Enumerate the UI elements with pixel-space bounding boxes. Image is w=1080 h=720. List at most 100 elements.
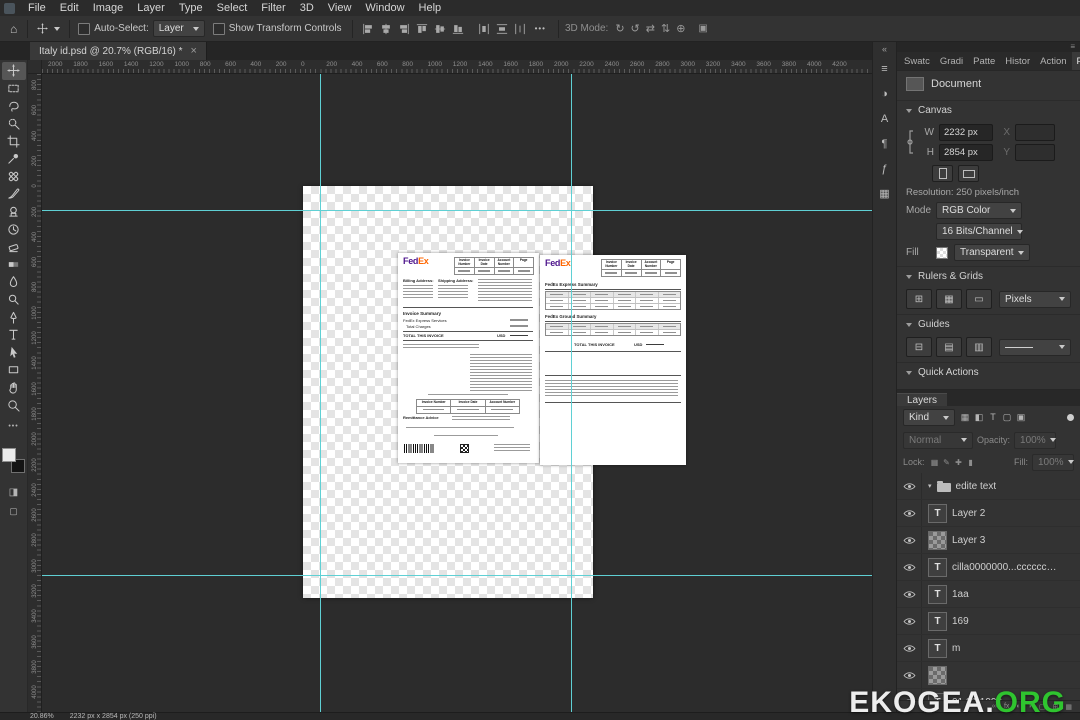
bit-depth-select[interactable]: 16 Bits/Channel <box>936 223 1023 240</box>
app-logo-icon[interactable] <box>4 2 15 14</box>
slide-3d-icon[interactable]: ⇅ <box>661 22 670 35</box>
menu-item-help[interactable]: Help <box>412 1 449 16</box>
align-bottom-icon[interactable] <box>450 21 466 37</box>
layer-row[interactable]: T 169 <box>897 608 1080 635</box>
panel-tab-gradi[interactable]: Gradi <box>935 52 968 70</box>
libraries-panel-icon[interactable]: ▦ <box>873 181 896 206</box>
eyedropper-tool[interactable] <box>2 150 26 168</box>
quick-selection-tool[interactable] <box>2 115 26 133</box>
layer-row[interactable]: Tm <box>897 635 1080 662</box>
orbit-3d-icon[interactable]: ↻ <box>615 22 624 35</box>
menu-item-view[interactable]: View <box>321 1 359 16</box>
layer-row[interactable]: T 1aa <box>897 581 1080 608</box>
panel-tab-histor[interactable]: Histor <box>1000 52 1035 70</box>
align-left-icon[interactable] <box>360 21 376 37</box>
document-tab[interactable]: Italy id.psd @ 20.7% (RGB/16) * × <box>30 42 207 60</box>
horizontal-ruler[interactable]: 2000 1800 1600 1400 1200 1000 800 600 400 200 0 200… <box>42 60 872 74</box>
blend-mode-select[interactable]: Normal <box>903 431 973 449</box>
path-selection-tool[interactable] <box>2 344 26 362</box>
invoice-page-1[interactable]: Fed Ex Invoice Number Invoice Date Account … <box>398 253 539 463</box>
layer-visibility-toggle[interactable] <box>897 473 922 499</box>
layer-visibility-toggle[interactable] <box>897 608 922 634</box>
edit-toolbar-icon[interactable]: ••• <box>8 420 18 433</box>
hand-tool[interactable] <box>2 379 26 397</box>
landscape-orientation-button[interactable] <box>958 165 979 182</box>
zoom-level[interactable]: 20.86% <box>30 713 54 720</box>
menu-item-layer[interactable]: Layer <box>130 1 172 16</box>
align-right-icon[interactable] <box>396 21 412 37</box>
crop-tool[interactable] <box>2 132 26 150</box>
scale-3d-icon[interactable]: ⊕ <box>676 22 685 35</box>
clone-stamp-tool[interactable] <box>2 203 26 221</box>
layer-visibility-toggle[interactable] <box>897 662 922 688</box>
menu-item-file[interactable]: File <box>21 1 53 16</box>
distribute-spacing-icon[interactable] <box>512 21 528 37</box>
canvas-height-input[interactable]: 2854 px <box>939 143 993 161</box>
toggle-grid-icon[interactable]: ▦ <box>936 289 962 309</box>
guides-section-header[interactable]: Guides <box>897 314 1080 334</box>
guide-vertical-2[interactable] <box>571 74 572 712</box>
rectangular-marquee-tool[interactable] <box>2 80 26 98</box>
vertical-ruler[interactable]: 800 600 400 200 0 200 400 600 800 1000 1200 1400 160… <box>28 74 42 712</box>
layer-row[interactable]: Tcilla0000000...ccccccc<0 d <box>897 554 1080 581</box>
delete-layer-icon[interactable]: ▦ <box>1065 703 1072 711</box>
auto-select-checkbox[interactable] <box>78 22 91 35</box>
panel-tab-patte[interactable]: Patte <box>968 52 1000 70</box>
canvas-x-input[interactable] <box>1015 123 1055 141</box>
gradient-tool[interactable] <box>2 256 26 274</box>
align-top-icon[interactable] <box>414 21 430 37</box>
smart-guides-icon[interactable]: ▤ <box>936 337 962 357</box>
menu-item-filter[interactable]: Filter <box>254 1 292 16</box>
filter-shape-layers-icon[interactable]: ▢ <box>1000 412 1014 423</box>
properties-mini-icon[interactable]: ≡ <box>873 56 896 81</box>
layer-visibility-toggle[interactable] <box>897 500 922 526</box>
blur-tool[interactable] <box>2 273 26 291</box>
toggle-pixel-grid-icon[interactable]: ⊞ <box>906 289 932 309</box>
portrait-orientation-button[interactable] <box>932 165 953 182</box>
filter-pixel-layers-icon[interactable]: ▦ <box>958 412 972 423</box>
layer-filter-kind-select[interactable]: Kind <box>903 409 955 426</box>
canvas-width-input[interactable]: 2232 px <box>939 123 993 141</box>
current-tool-icon[interactable] <box>34 21 63 36</box>
foreground-color-swatch[interactable] <box>2 447 16 462</box>
toolbar-overflow-icon[interactable]: ••• <box>535 24 546 33</box>
rectangle-tool[interactable] <box>2 361 26 379</box>
guide-vertical-1[interactable] <box>320 74 321 712</box>
toggle-guides-icon[interactable]: ▥ <box>966 337 992 357</box>
quick-mask-icon[interactable]: ◨ <box>9 486 18 499</box>
canvas-viewport[interactable]: Fed Ex Invoice Number Invoice Date Account … <box>42 74 872 712</box>
align-center-vertical-icon[interactable] <box>432 21 448 37</box>
canvas-y-input[interactable] <box>1015 143 1055 161</box>
layer-fill-select[interactable]: 100% <box>1032 453 1074 471</box>
guide-style-select[interactable] <box>999 338 1071 356</box>
brush-tool[interactable] <box>2 185 26 203</box>
glyphs-panel-icon[interactable]: ƒ <box>873 156 896 181</box>
guide-horizontal-1[interactable] <box>42 210 872 211</box>
layer-visibility-toggle[interactable] <box>897 554 922 580</box>
guide-horizontal-2[interactable] <box>42 575 872 576</box>
workspace-icon[interactable]: ▣ <box>698 23 707 34</box>
spot-healing-brush-tool[interactable] <box>2 168 26 186</box>
layer-row[interactable]: T Layer 2 <box>897 500 1080 527</box>
zoom-tool[interactable] <box>2 396 26 414</box>
menu-item-3d[interactable]: 3D <box>293 1 321 16</box>
lock-all-icon[interactable]: ▮ <box>965 458 977 467</box>
align-center-horizontal-icon[interactable] <box>378 21 394 37</box>
quick-actions-section-header[interactable]: Quick Actions <box>897 362 1080 382</box>
opacity-select[interactable]: 100% <box>1014 431 1057 449</box>
layer-row[interactable]: ▾ edite text <box>897 473 1080 500</box>
history-brush-tool[interactable] <box>2 220 26 238</box>
tab-close-icon[interactable]: × <box>191 46 197 57</box>
toggle-rulers-icon[interactable]: ▭ <box>966 289 992 309</box>
panel-menu-icon[interactable]: ≡ <box>1070 43 1075 51</box>
layer-row[interactable]: Layer 3 <box>897 527 1080 554</box>
panel-tab-swatc[interactable]: Swatc <box>899 52 935 70</box>
pen-tool[interactable] <box>2 308 26 326</box>
lasso-tool[interactable] <box>2 97 26 115</box>
menu-item-image[interactable]: Image <box>86 1 131 16</box>
menu-item-select[interactable]: Select <box>210 1 255 16</box>
lock-guides-icon[interactable]: ⊟ <box>906 337 932 357</box>
layer-visibility-toggle[interactable] <box>897 527 922 553</box>
show-transform-checkbox[interactable] <box>212 22 225 35</box>
invoice-page-2[interactable]: Fed Ex Invoice Number Invoice Date Account … <box>540 255 686 465</box>
